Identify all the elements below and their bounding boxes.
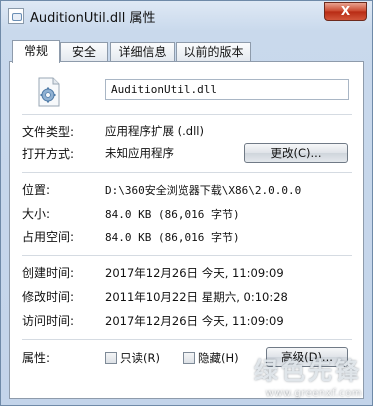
change-button[interactable]: 更改(C)... xyxy=(244,143,348,163)
watermark-url: www.greenxf.com xyxy=(265,388,362,399)
tab-details[interactable]: 详细信息 xyxy=(110,42,175,61)
readonly-label[interactable]: 只读(R) xyxy=(120,350,160,366)
open-with-label: 打开方式: xyxy=(22,147,75,161)
watermark-logo: 绿色先锋 www.greenxf.com xyxy=(254,351,364,399)
tab-previous-versions[interactable]: 以前的版本 xyxy=(176,42,251,61)
divider xyxy=(22,172,352,173)
hidden-label[interactable]: 隐藏(H) xyxy=(198,350,239,366)
divider xyxy=(22,255,352,256)
size-label: 大小: xyxy=(22,207,51,221)
location-value: D:\360安全浏览器下载\X86\2.0.0.0 xyxy=(105,184,302,197)
divider xyxy=(22,339,352,340)
file-type-value: 应用程序扩展 (.dll) xyxy=(105,124,204,138)
close-button[interactable]: X xyxy=(324,2,367,21)
dll-file-icon xyxy=(8,8,24,24)
hidden-checkbox[interactable] xyxy=(183,352,195,364)
modified-label: 修改时间: xyxy=(22,290,75,304)
created-label: 创建时间: xyxy=(22,266,75,280)
watermark-text: 绿色先锋 xyxy=(254,357,362,385)
dialog-body: 常规 安全 详细信息 以前的版本 AuditionUtil.dll 文件类型: … xyxy=(9,31,364,399)
location-label: 位置: xyxy=(22,183,51,197)
size-value: 84.0 KB (86,016 字节) xyxy=(105,208,240,221)
accessed-value: 2017年12月26日 今天, 11:09:09 xyxy=(105,314,284,328)
created-value: 2017年12月26日 今天, 11:09:09 xyxy=(105,266,284,280)
divider xyxy=(22,114,352,115)
open-with-value: 未知应用程序 xyxy=(105,146,174,160)
modified-value: 2011年10月22日 星期六, 0:10:28 xyxy=(105,290,288,304)
title-bar[interactable]: AuditionUtil.dll 属性 X xyxy=(1,1,372,31)
properties-window: AuditionUtil.dll 属性 X 常规 安全 详细信息 以前的版本 A… xyxy=(0,0,373,406)
window-title: AuditionUtil.dll 属性 xyxy=(30,11,156,26)
general-panel: AuditionUtil.dll 文件类型: 应用程序扩展 (.dll) 打开方… xyxy=(9,61,364,399)
file-type-label: 文件类型: xyxy=(22,125,75,139)
tab-security[interactable]: 安全 xyxy=(60,42,108,61)
readonly-checkbox[interactable] xyxy=(105,352,117,364)
gear-document-icon xyxy=(38,77,60,107)
filename-field[interactable]: AuditionUtil.dll xyxy=(105,79,349,100)
size-on-disk-label: 占用空间: xyxy=(22,230,75,244)
size-on-disk-value: 84.0 KB (86,016 字节) xyxy=(105,231,240,244)
tab-strip: 常规 安全 详细信息 以前的版本 xyxy=(9,40,364,63)
accessed-label: 访问时间: xyxy=(22,314,75,328)
attributes-label: 属性: xyxy=(22,351,51,365)
tab-general[interactable]: 常规 xyxy=(12,40,60,63)
